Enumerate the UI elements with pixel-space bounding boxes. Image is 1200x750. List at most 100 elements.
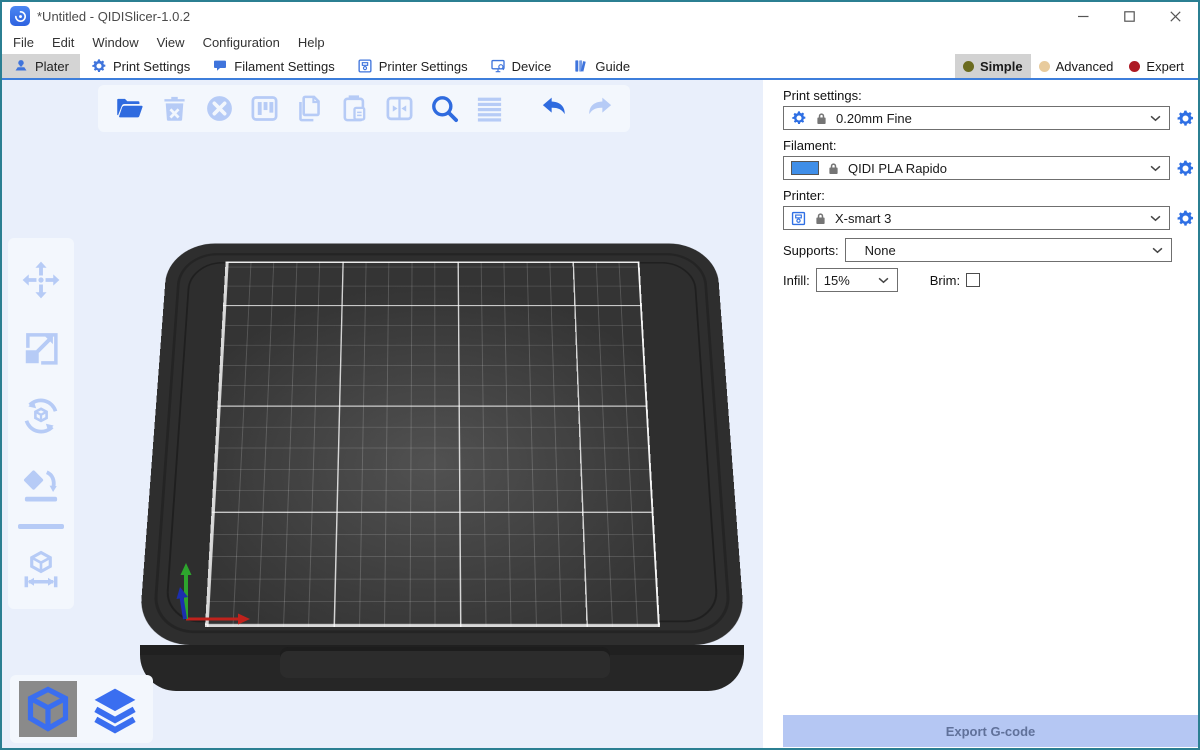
delete-all-button[interactable]	[202, 92, 236, 126]
filament-gear-button[interactable]	[1176, 159, 1195, 178]
tab-print-settings[interactable]: Print Settings	[80, 54, 201, 78]
lock-icon	[815, 111, 828, 125]
close-button[interactable]	[1152, 2, 1198, 30]
printer-combo[interactable]: X-smart 3	[783, 206, 1170, 230]
delete-all-icon	[204, 93, 235, 124]
bed-grid-plate	[205, 261, 660, 627]
toolbar-separator	[18, 524, 64, 529]
tab-printer-settings[interactable]: Printer Settings	[346, 54, 479, 78]
3d-cube-icon	[23, 684, 73, 734]
simple-dot-icon	[963, 61, 974, 72]
place-on-face-icon	[20, 463, 62, 505]
tab-guide-label: Guide	[595, 59, 630, 74]
printer-value: X-smart 3	[835, 211, 891, 226]
supports-combo[interactable]: None	[845, 238, 1172, 262]
redo-button[interactable]	[582, 92, 616, 126]
tab-guide[interactable]: Guide	[562, 54, 641, 78]
undo-icon	[539, 93, 570, 124]
mode-switcher: Simple Advanced Expert	[955, 54, 1198, 78]
plater-toolbar	[98, 85, 630, 132]
menu-edit[interactable]: Edit	[43, 30, 83, 54]
print-bed	[130, 216, 760, 748]
rotate-icon	[20, 395, 62, 437]
paste-button[interactable]	[337, 92, 371, 126]
delete-button[interactable]	[157, 92, 191, 126]
layers-view-button[interactable]	[86, 681, 144, 737]
lock-icon	[814, 211, 827, 225]
place-on-face-button[interactable]	[19, 462, 63, 506]
filament-label: Filament:	[783, 138, 1195, 153]
printer-gear-button[interactable]	[1176, 209, 1195, 228]
tab-print-settings-label: Print Settings	[113, 59, 190, 74]
maximize-button[interactable]	[1106, 2, 1152, 30]
menu-configuration[interactable]: Configuration	[194, 30, 289, 54]
undo-button[interactable]	[537, 92, 571, 126]
window-title: *Untitled - QIDISlicer-1.0.2	[37, 9, 190, 24]
menu-window[interactable]: Window	[83, 30, 147, 54]
move-button[interactable]	[19, 258, 63, 302]
bed-top-surface	[138, 243, 746, 645]
scale-button[interactable]	[19, 326, 63, 370]
lock-icon	[827, 161, 840, 175]
mode-simple-label: Simple	[980, 59, 1023, 74]
scale-icon	[20, 327, 62, 369]
mode-advanced-label: Advanced	[1056, 59, 1114, 74]
copy-icon	[294, 93, 325, 124]
axes-indicator	[174, 557, 258, 629]
layer-bars-icon	[474, 93, 505, 124]
redo-icon	[584, 93, 615, 124]
menu-help[interactable]: Help	[289, 30, 334, 54]
printer-icon	[791, 211, 806, 226]
brim-checkbox[interactable]	[966, 273, 980, 287]
app-window: *Untitled - QIDISlicer-1.0.2 File Edit W…	[0, 0, 1200, 750]
measure-icon	[20, 548, 62, 590]
mode-simple[interactable]: Simple	[955, 54, 1031, 78]
menu-view[interactable]: View	[148, 30, 194, 54]
arrange-button[interactable]	[247, 92, 281, 126]
tab-device-label: Device	[512, 59, 552, 74]
chevron-down-icon	[878, 277, 889, 284]
move-icon	[20, 259, 62, 301]
window-controls	[1060, 2, 1198, 30]
print-settings-value: 0.20mm Fine	[836, 111, 912, 126]
menu-bar: File Edit Window View Configuration Help	[2, 30, 1198, 54]
filament-combo[interactable]: QIDI PLA Rapido	[783, 156, 1170, 180]
tab-plater[interactable]: Plater	[2, 54, 80, 78]
device-icon	[490, 58, 506, 74]
bed-front-face	[140, 645, 744, 691]
mode-advanced[interactable]: Advanced	[1031, 54, 1122, 78]
split-view-button[interactable]	[382, 92, 416, 126]
tab-printer-settings-label: Printer Settings	[379, 59, 468, 74]
open-button[interactable]	[112, 92, 146, 126]
search-button[interactable]	[427, 92, 461, 126]
search-icon	[429, 93, 460, 124]
tab-filament-settings[interactable]: Filament Settings	[201, 54, 345, 78]
export-gcode-button[interactable]: Export G-code	[783, 715, 1198, 747]
tab-device[interactable]: Device	[479, 54, 563, 78]
mode-expert[interactable]: Expert	[1121, 54, 1192, 78]
chevron-down-icon	[1150, 215, 1161, 222]
chevron-down-icon	[1150, 115, 1161, 122]
copy-button[interactable]	[292, 92, 326, 126]
3d-view-button[interactable]	[19, 681, 77, 737]
print-settings-gear-button[interactable]	[1176, 109, 1195, 128]
infill-combo[interactable]: 15%	[816, 268, 898, 292]
minimize-button[interactable]	[1060, 2, 1106, 30]
layers-icon	[90, 684, 140, 734]
rotate-button[interactable]	[19, 394, 63, 438]
menu-file[interactable]: File	[4, 30, 43, 54]
plater-icon	[13, 58, 29, 74]
paste-icon	[339, 93, 370, 124]
variable-layer-height-button[interactable]	[472, 92, 506, 126]
filament-color-swatch	[791, 161, 819, 175]
tab-filament-settings-label: Filament Settings	[234, 59, 334, 74]
object-manipulation-toolbar	[8, 238, 74, 609]
measure-button[interactable]	[19, 547, 63, 591]
viewport-3d[interactable]	[2, 80, 763, 748]
mode-expert-label: Expert	[1146, 59, 1184, 74]
expert-dot-icon	[1129, 61, 1140, 72]
app-logo-icon	[10, 6, 30, 26]
gear-icon	[91, 58, 107, 74]
print-settings-combo[interactable]: 0.20mm Fine	[783, 106, 1170, 130]
bed-handle	[280, 651, 610, 678]
